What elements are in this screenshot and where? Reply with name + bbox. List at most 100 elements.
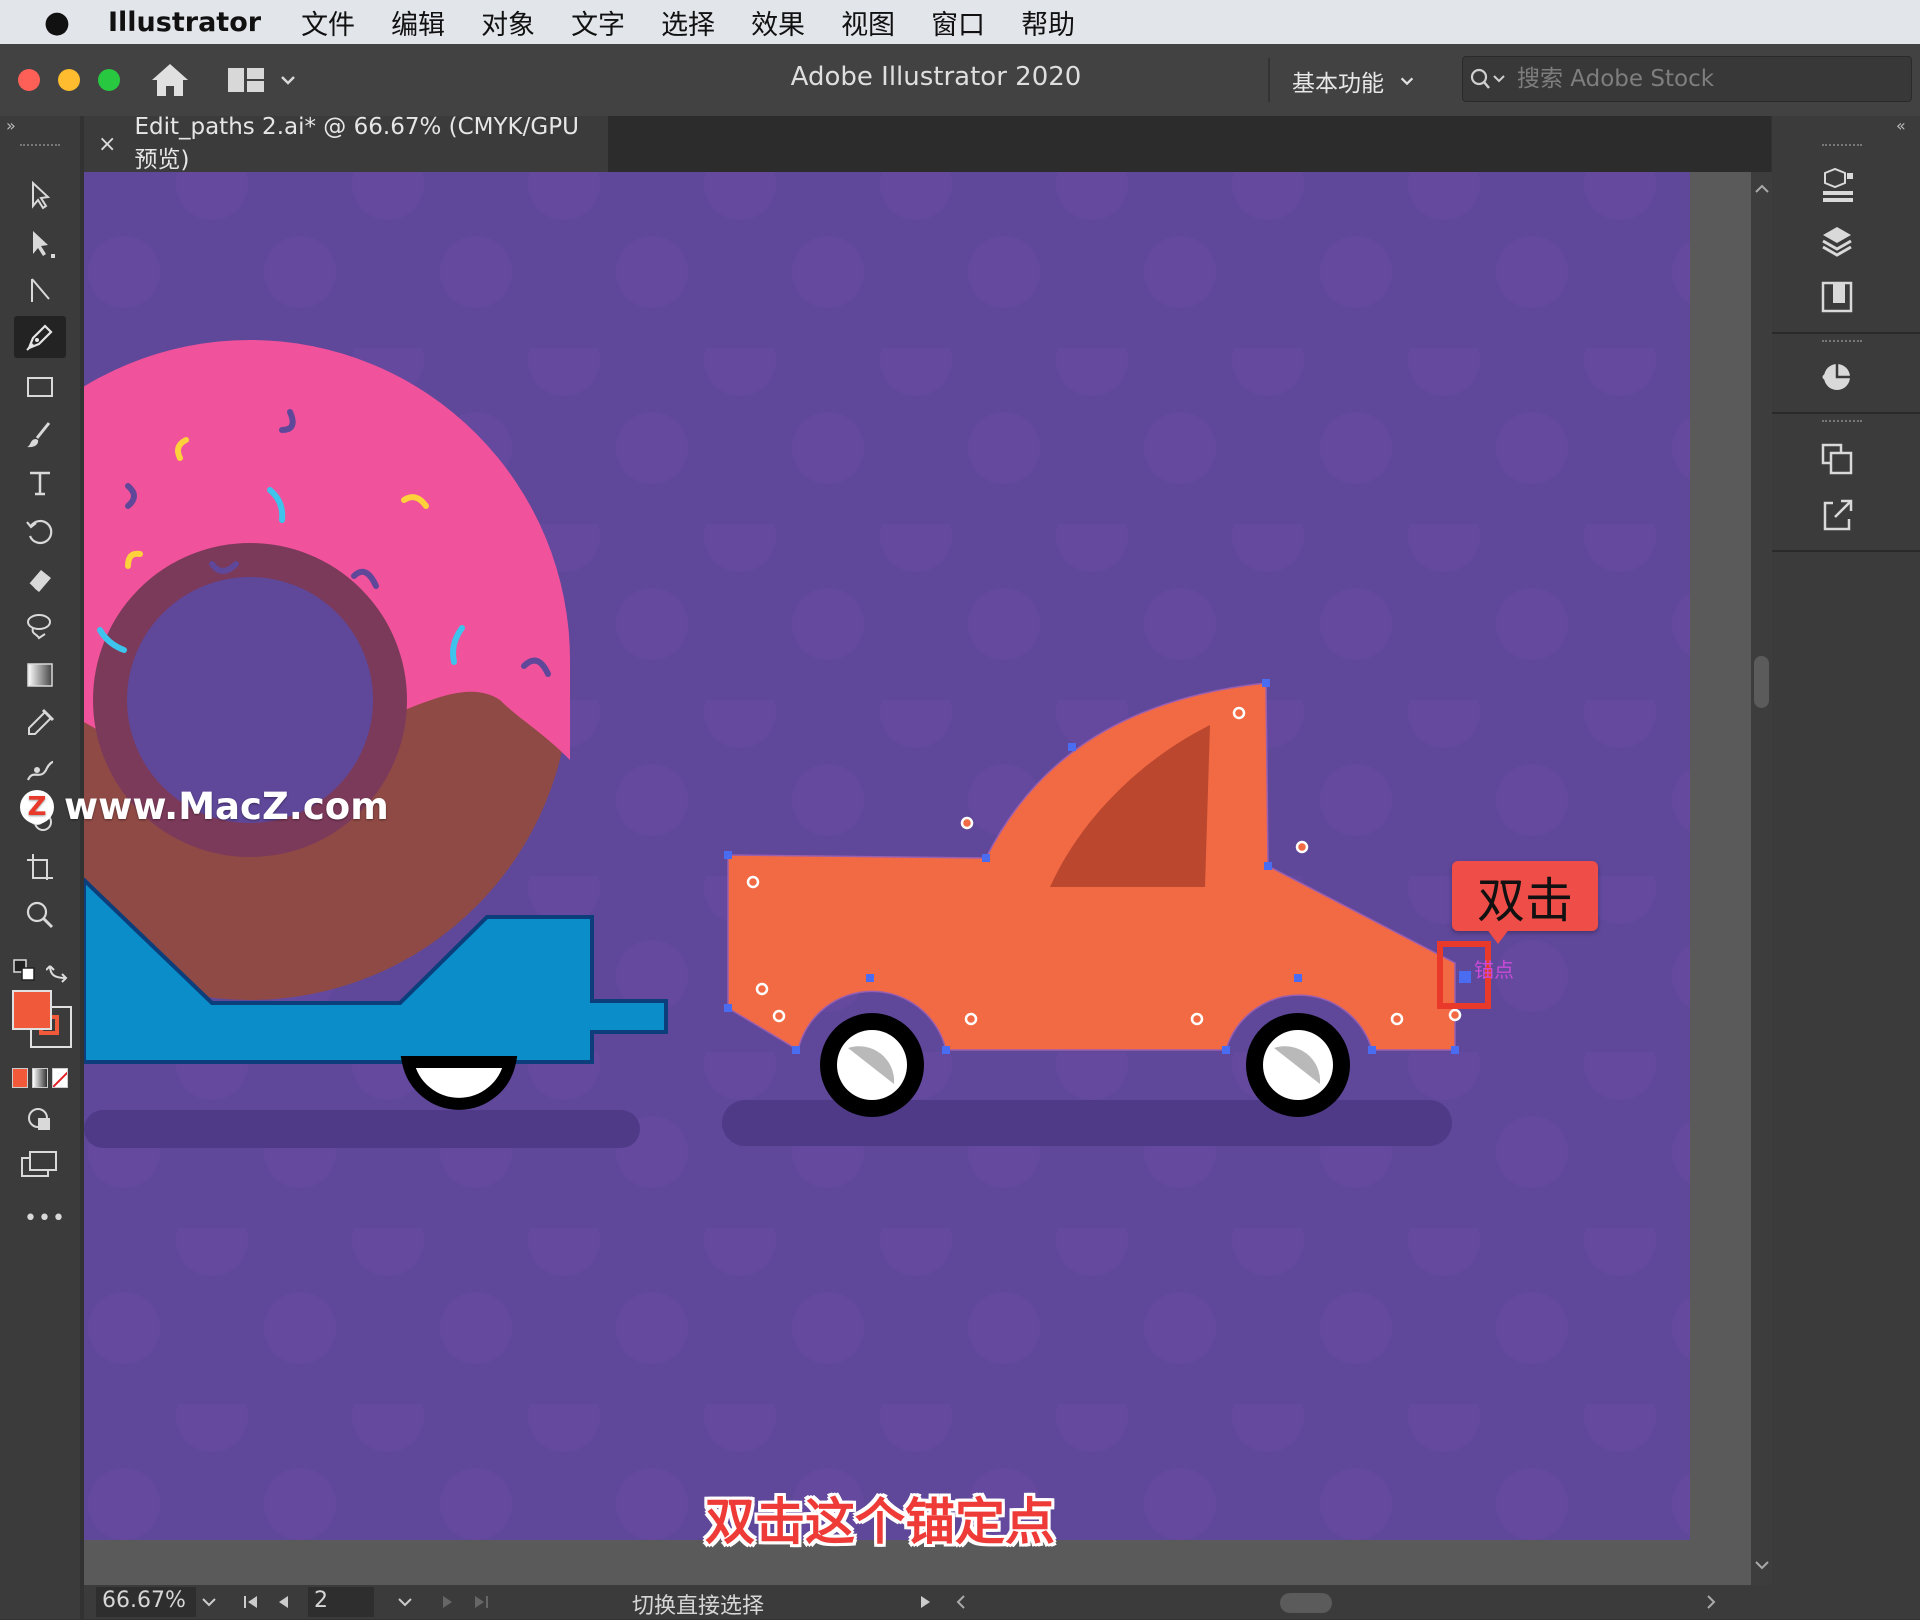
chevron-down-icon[interactable] [278, 70, 298, 90]
toolbar-grip[interactable] [20, 144, 60, 150]
pen-tool-icon[interactable] [14, 316, 66, 358]
menu-file[interactable]: 文件 [301, 3, 355, 42]
application-bar: Adobe Illustrator 2020 基本功能 [0, 44, 1920, 116]
divider [1772, 332, 1920, 334]
anchor-point-hint: 锚点 [1474, 958, 1514, 982]
menu-object[interactable]: 对象 [481, 3, 535, 42]
divider [1772, 550, 1920, 552]
minimize-window-button[interactable] [58, 69, 80, 91]
gradient-tool-icon[interactable] [14, 654, 66, 696]
artboard-tool-icon[interactable] [14, 846, 66, 888]
artboard[interactable] [84, 172, 1690, 1540]
close-tab-icon[interactable]: × [98, 132, 116, 157]
ground-shadow [722, 1100, 1452, 1146]
document-tab-label: Edit_paths 2.ai* @ 66.67% (CMYK/GPU 预览) [134, 114, 579, 173]
ground-shadow [84, 1110, 640, 1148]
search-icon [1470, 68, 1505, 89]
first-artboard-icon[interactable] [242, 1593, 260, 1611]
scroll-thumb[interactable] [1280, 1593, 1332, 1613]
zoom-tool-icon[interactable] [14, 894, 66, 936]
layers-panel-icon[interactable] [1812, 216, 1862, 266]
collapse-toolbar-icon[interactable]: » [6, 116, 16, 135]
artboard-number-value: 2 [314, 1588, 328, 1613]
default-colors-icon[interactable] [12, 958, 38, 984]
zoom-window-button[interactable] [98, 69, 120, 91]
workspace-switcher[interactable]: 基本功能 [1292, 64, 1416, 98]
screen-mode-icon[interactable] [20, 1150, 60, 1180]
home-icon[interactable] [148, 60, 192, 100]
eyedropper-tool-icon[interactable] [14, 702, 66, 744]
draw-mode-icon[interactable] [24, 1104, 54, 1134]
libraries-panel-icon[interactable] [1812, 272, 1862, 322]
scroll-left-icon[interactable] [954, 1593, 968, 1611]
tools-panel: » ••• [0, 116, 80, 1619]
scroll-down-icon[interactable] [1753, 1558, 1771, 1572]
menu-effect[interactable]: 效果 [751, 3, 805, 42]
selection-tool-icon[interactable] [14, 174, 66, 216]
chevron-down-icon[interactable] [200, 1595, 218, 1609]
search-input[interactable] [1515, 65, 1899, 93]
group-selection-tool-icon[interactable] [14, 270, 66, 312]
scroll-right-icon[interactable] [1704, 1593, 1718, 1611]
expand-panels-icon[interactable]: « [1896, 116, 1906, 135]
divider [1268, 58, 1270, 102]
scroll-thumb[interactable] [1754, 656, 1769, 708]
type-tool-icon[interactable] [14, 462, 66, 504]
menu-edit[interactable]: 编辑 [391, 3, 445, 42]
document-tab-bar: × Edit_paths 2.ai* @ 66.67% (CMYK/GPU 预览… [84, 114, 1771, 173]
vertical-scrollbar[interactable] [1751, 172, 1772, 1585]
divider [1772, 412, 1920, 414]
panel-grip[interactable] [1822, 144, 1862, 150]
zoom-level-field[interactable]: 66.67% [96, 1587, 196, 1617]
properties-panel-icon[interactable] [1812, 160, 1862, 210]
app-menu[interactable]: Illustrator [108, 7, 261, 38]
rectangle-tool-icon[interactable] [14, 366, 66, 408]
rotate-tool-icon[interactable] [14, 510, 66, 552]
chevron-down-icon[interactable] [396, 1595, 414, 1609]
callout-label: 双击 [1452, 861, 1598, 931]
zoom-level-value: 66.67% [102, 1588, 186, 1613]
arrange-documents-icon[interactable] [226, 64, 266, 96]
workspace-label: 基本功能 [1292, 71, 1384, 97]
scroll-up-icon[interactable] [1753, 182, 1771, 196]
window-title: Adobe Illustrator 2020 [790, 62, 1082, 92]
watermark: Z www.MacZ.com [20, 785, 389, 828]
chevron-down-icon [1400, 77, 1414, 86]
paintbrush-tool-icon[interactable] [14, 414, 66, 456]
export-panel-icon[interactable] [1812, 490, 1862, 540]
last-artboard-icon[interactable] [472, 1593, 490, 1611]
edit-toolbar-button[interactable]: ••• [24, 1206, 66, 1231]
next-artboard-icon[interactable] [440, 1593, 454, 1611]
color-themes-panel-icon[interactable] [1812, 352, 1862, 402]
lasso-tool-icon[interactable] [14, 606, 66, 648]
stock-search-box[interactable] [1462, 56, 1912, 102]
menu-select[interactable]: 选择 [661, 3, 715, 42]
watermark-text: www.MacZ.com [64, 785, 389, 828]
apple-menu-icon[interactable]: ● [42, 5, 72, 40]
color-mode-buttons[interactable] [12, 1068, 68, 1088]
menu-window[interactable]: 窗口 [931, 3, 985, 42]
previous-artboard-icon[interactable] [276, 1593, 290, 1611]
status-bar: 66.67% 2 切换直接选择 [84, 1585, 1772, 1619]
horizontal-scrollbar[interactable] [984, 1593, 1764, 1613]
menu-type[interactable]: 文字 [571, 3, 625, 42]
artboard-number-field[interactable]: 2 [308, 1587, 374, 1617]
panel-grip[interactable] [1822, 340, 1862, 346]
panel-dock: « [1772, 116, 1920, 1619]
fill-color-swatch[interactable] [12, 990, 52, 1030]
tutorial-subtitle: 双击这个锚定点 [705, 1493, 1055, 1551]
system-menu-bar: ● Illustrator 文件 编辑 对象 文字 选择 效果 视图 窗口 帮助 [0, 0, 1920, 44]
document-tab[interactable]: × Edit_paths 2.ai* @ 66.67% (CMYK/GPU 预览… [84, 114, 608, 173]
artwork [84, 172, 1690, 1540]
close-window-button[interactable] [18, 69, 40, 91]
menu-help[interactable]: 帮助 [1021, 3, 1075, 42]
direct-selection-tool-icon[interactable] [14, 222, 66, 264]
eraser-tool-icon[interactable] [14, 558, 66, 600]
watermark-badge: Z [20, 789, 54, 824]
status-menu-icon[interactable] [918, 1593, 932, 1611]
panel-grip[interactable] [1822, 420, 1862, 426]
current-tool-hint[interactable]: 切换直接选择 [632, 1588, 764, 1620]
transform-panel-icon[interactable] [1812, 434, 1862, 484]
swap-colors-icon[interactable] [45, 958, 72, 984]
menu-view[interactable]: 视图 [841, 3, 895, 42]
